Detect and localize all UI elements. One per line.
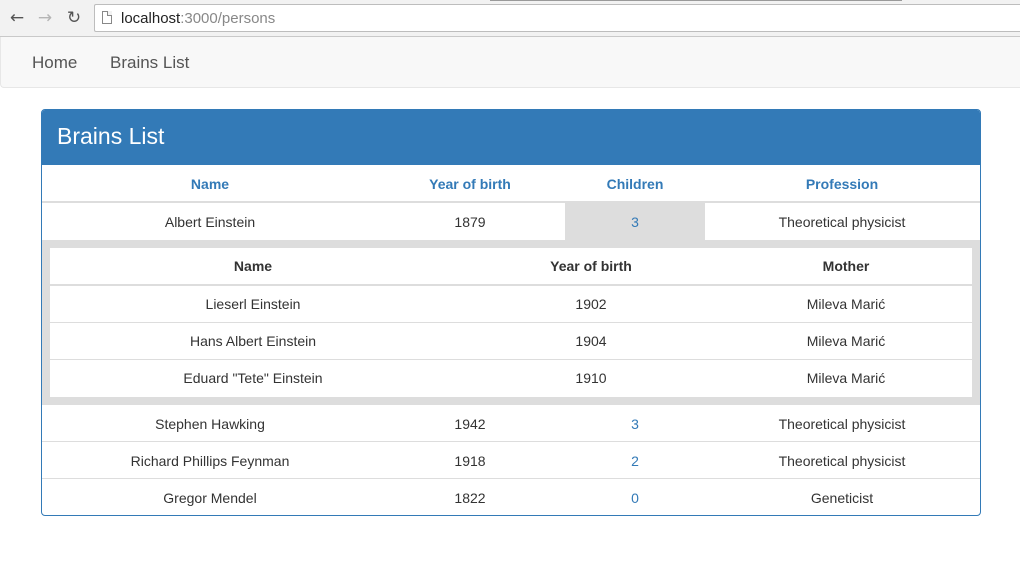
sub-col-header-mother: Mother — [822, 258, 870, 274]
tab-strip-line — [490, 0, 902, 1]
page-icon — [102, 11, 112, 24]
nav-home[interactable]: Home — [32, 53, 77, 73]
children-table: Name Year of birth Mother Lieserl Einste… — [50, 248, 972, 397]
cell-profession: Theoretical physicist — [778, 214, 906, 230]
children-expansion: Name Year of birth Mother Lieserl Einste… — [42, 240, 980, 405]
cell-name: Richard Phillips Feynman — [130, 453, 290, 469]
children-cell-active[interactable]: 3 — [565, 203, 705, 240]
children-count-link[interactable]: 2 — [565, 453, 705, 469]
reload-icon[interactable]: ↻ — [63, 7, 85, 29]
header-divider — [42, 201, 980, 203]
sub-cell-name: Lieserl Einstein — [205, 296, 301, 312]
app-navbar: Home Brains List — [0, 37, 1020, 88]
cell-year: 1918 — [454, 453, 486, 469]
children-count-link[interactable]: 3 — [565, 416, 705, 432]
address-bar[interactable]: localhost:3000/persons — [94, 4, 1020, 32]
nav-brains-list[interactable]: Brains List — [110, 53, 189, 73]
sub-cell-name: Eduard "Tete" Einstein — [183, 370, 323, 386]
brains-panel: Brains List Name Year of birth Children … — [41, 109, 981, 516]
cell-profession: Theoretical physicist — [778, 416, 906, 432]
col-header-profession[interactable]: Profession — [742, 176, 942, 192]
cell-profession: Theoretical physicist — [778, 453, 906, 469]
cell-name: Gregor Mendel — [163, 490, 257, 506]
sub-col-header-name: Name — [233, 258, 273, 274]
panel-title: Brains List — [57, 123, 165, 149]
sub-cell-year: 1902 — [575, 296, 607, 312]
url-text: localhost:3000/persons — [121, 10, 276, 27]
back-icon[interactable]: ← — [6, 7, 28, 29]
browser-toolbar: ← → ↻ localhost:3000/persons — [0, 0, 1020, 37]
col-header-year[interactable]: Year of birth — [390, 176, 550, 192]
forward-icon[interactable]: → — [34, 7, 56, 29]
col-header-name[interactable]: Name — [110, 176, 310, 192]
sub-cell-name: Hans Albert Einstein — [189, 333, 317, 349]
sub-cell-year: 1910 — [575, 370, 607, 386]
children-count-link[interactable]: 0 — [565, 490, 705, 506]
row-divider — [42, 478, 980, 479]
sub-row-divider — [50, 322, 972, 323]
sub-cell-year: 1904 — [575, 333, 607, 349]
sub-col-header-year: Year of birth — [550, 258, 632, 274]
cell-name: Albert Einstein — [164, 214, 256, 230]
cell-profession: Geneticist — [810, 490, 874, 506]
cell-year: 1942 — [454, 416, 486, 432]
sub-header-divider — [50, 284, 972, 286]
sub-row-divider — [50, 359, 972, 360]
col-header-children[interactable]: Children — [565, 176, 705, 192]
sub-cell-mother: Mileva Marić — [806, 296, 886, 312]
children-count-link[interactable]: 3 — [565, 214, 705, 230]
cell-year: 1822 — [454, 490, 486, 506]
cell-year: 1879 — [454, 214, 486, 230]
panel-heading: Brains List — [42, 110, 980, 165]
row-divider — [42, 441, 980, 442]
sub-cell-mother: Mileva Marić — [806, 333, 886, 349]
sub-cell-mother: Mileva Marić — [806, 370, 886, 386]
cell-name: Stephen Hawking — [155, 416, 265, 432]
